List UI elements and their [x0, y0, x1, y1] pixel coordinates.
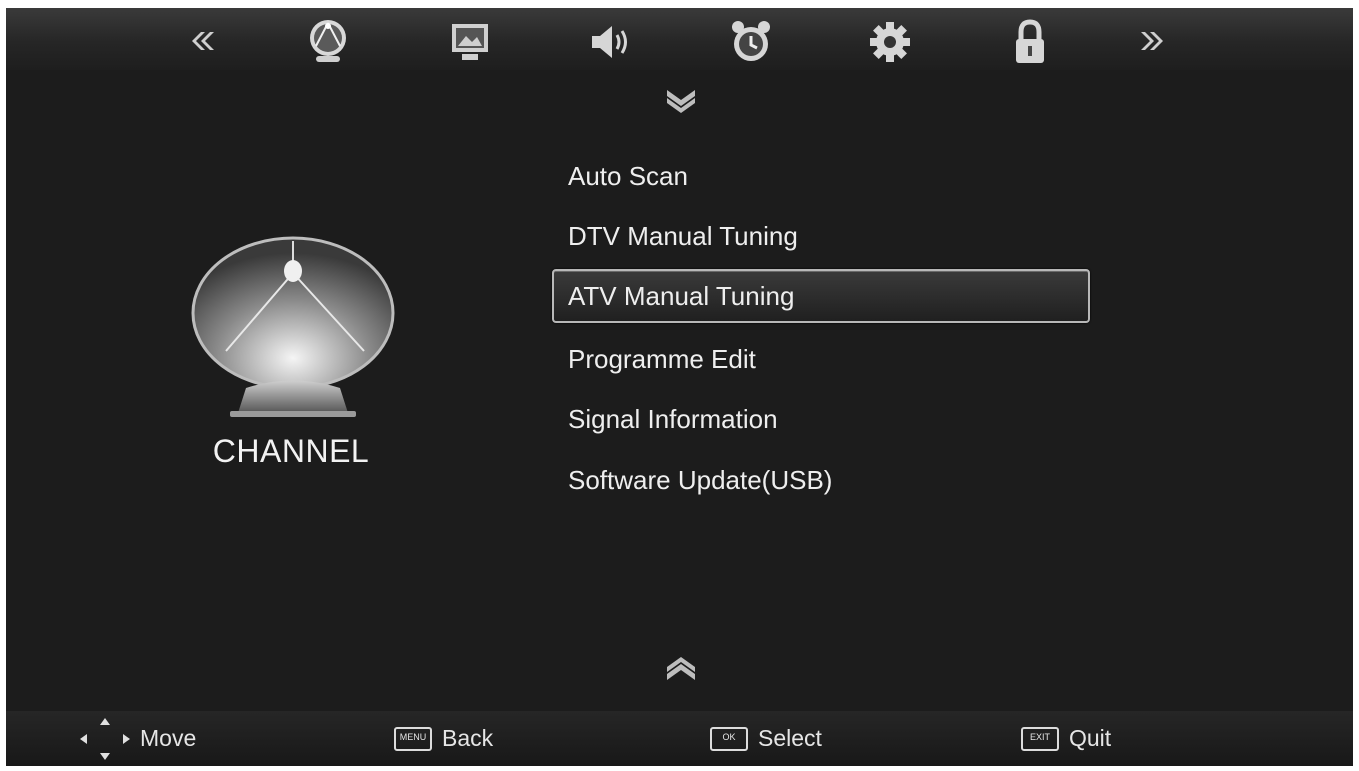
exit-key-icon: EXIT	[1021, 726, 1059, 751]
bottom-hint-bar: Move MENU Back OK Select EXIT Quit	[6, 711, 1353, 766]
menu-item-atv-manual-tuning[interactable]: ATV Manual Tuning	[552, 269, 1090, 323]
menu-item-auto-scan[interactable]: Auto Scan	[568, 156, 688, 196]
satellite-dish-icon[interactable]	[302, 16, 354, 68]
menu-key-icon: MENU	[394, 726, 432, 751]
menu-item-programme-edit[interactable]: Programme Edit	[568, 339, 756, 379]
dpad-arrows-icon	[76, 714, 134, 764]
hint-select: OK Select	[710, 711, 822, 766]
menu-item-software-update[interactable]: Software Update(USB)	[568, 460, 832, 500]
hint-move: Move	[76, 711, 196, 766]
hint-quit: EXIT Quit	[1021, 711, 1111, 766]
channel-category-dish-icon	[186, 233, 401, 428]
scroll-up-chevron-icon[interactable]	[663, 86, 699, 114]
picture-icon[interactable]	[444, 16, 496, 68]
left-arrows-icon[interactable]	[186, 26, 216, 56]
hint-select-label: Select	[758, 725, 822, 751]
gear-icon[interactable]	[864, 16, 916, 68]
tv-menu-screen: CHANNEL Auto Scan DTV Manual Tuning ATV …	[6, 8, 1353, 766]
scroll-down-chevron-icon[interactable]	[663, 656, 699, 684]
menu-item-signal-information[interactable]: Signal Information	[568, 399, 778, 439]
hint-quit-label: Quit	[1069, 725, 1112, 751]
ok-key-icon: OK	[710, 726, 748, 751]
lock-icon[interactable]	[1004, 16, 1056, 68]
hint-move-label: Move	[140, 725, 197, 751]
exit-key-label: EXIT	[1029, 731, 1050, 742]
ok-key-label: OK	[722, 731, 736, 742]
right-arrows-icon[interactable]	[1139, 26, 1169, 56]
menu-key-label: MENU	[399, 731, 427, 742]
top-menu-bar	[6, 8, 1353, 70]
menu-item-dtv-manual-tuning[interactable]: DTV Manual Tuning	[568, 216, 798, 256]
alarm-clock-icon[interactable]	[725, 16, 777, 68]
category-title: CHANNEL	[212, 433, 370, 469]
hint-back: MENU Back	[394, 711, 493, 766]
hint-back-label: Back	[442, 725, 494, 751]
speaker-icon[interactable]	[584, 16, 636, 68]
